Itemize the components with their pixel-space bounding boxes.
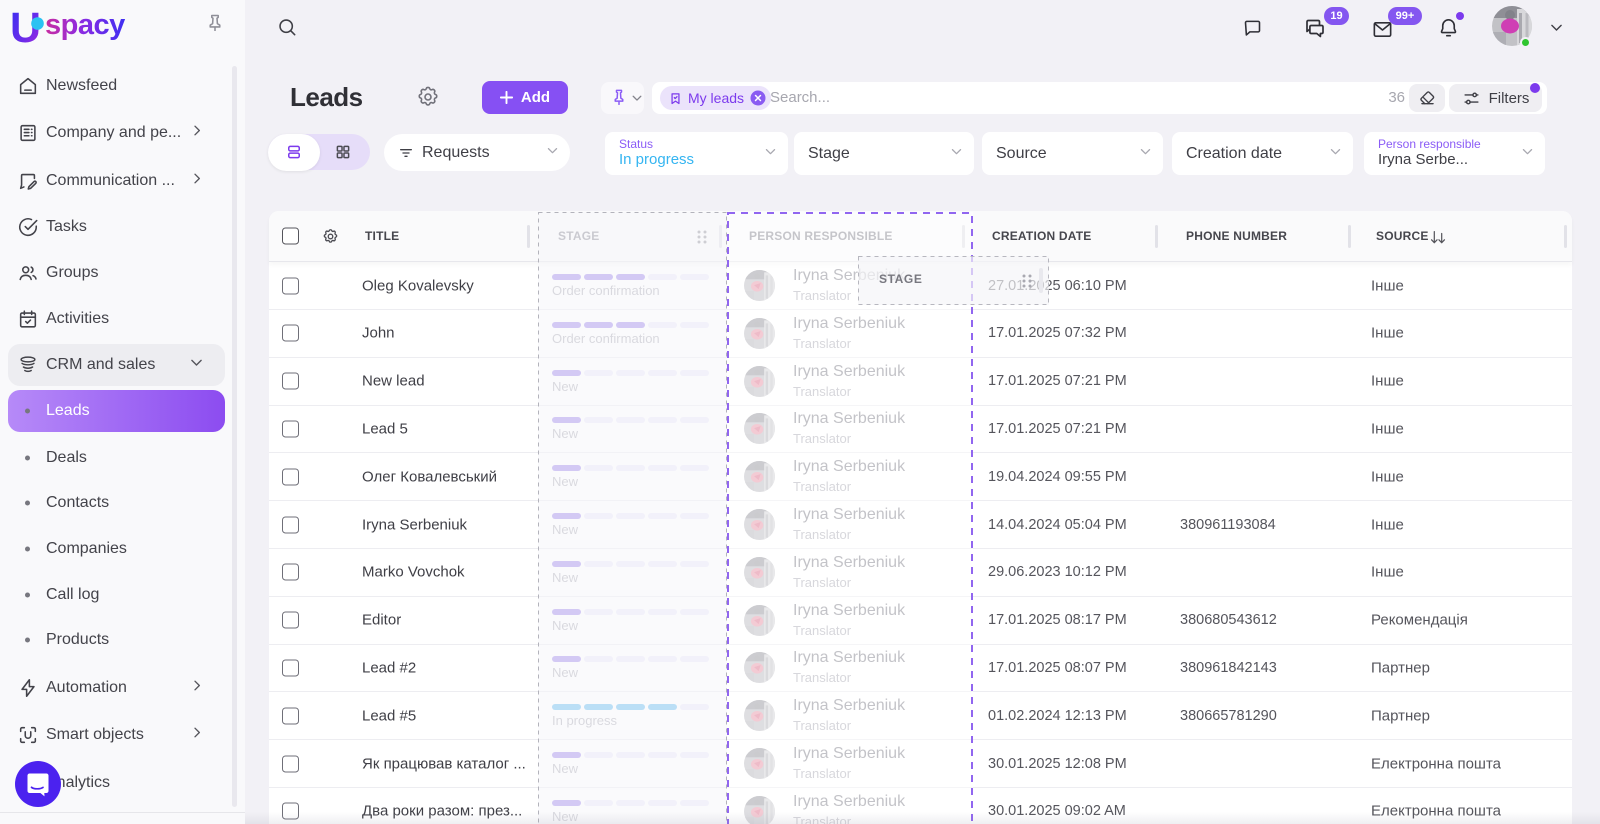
- svg-text:spacy: spacy: [45, 9, 125, 41]
